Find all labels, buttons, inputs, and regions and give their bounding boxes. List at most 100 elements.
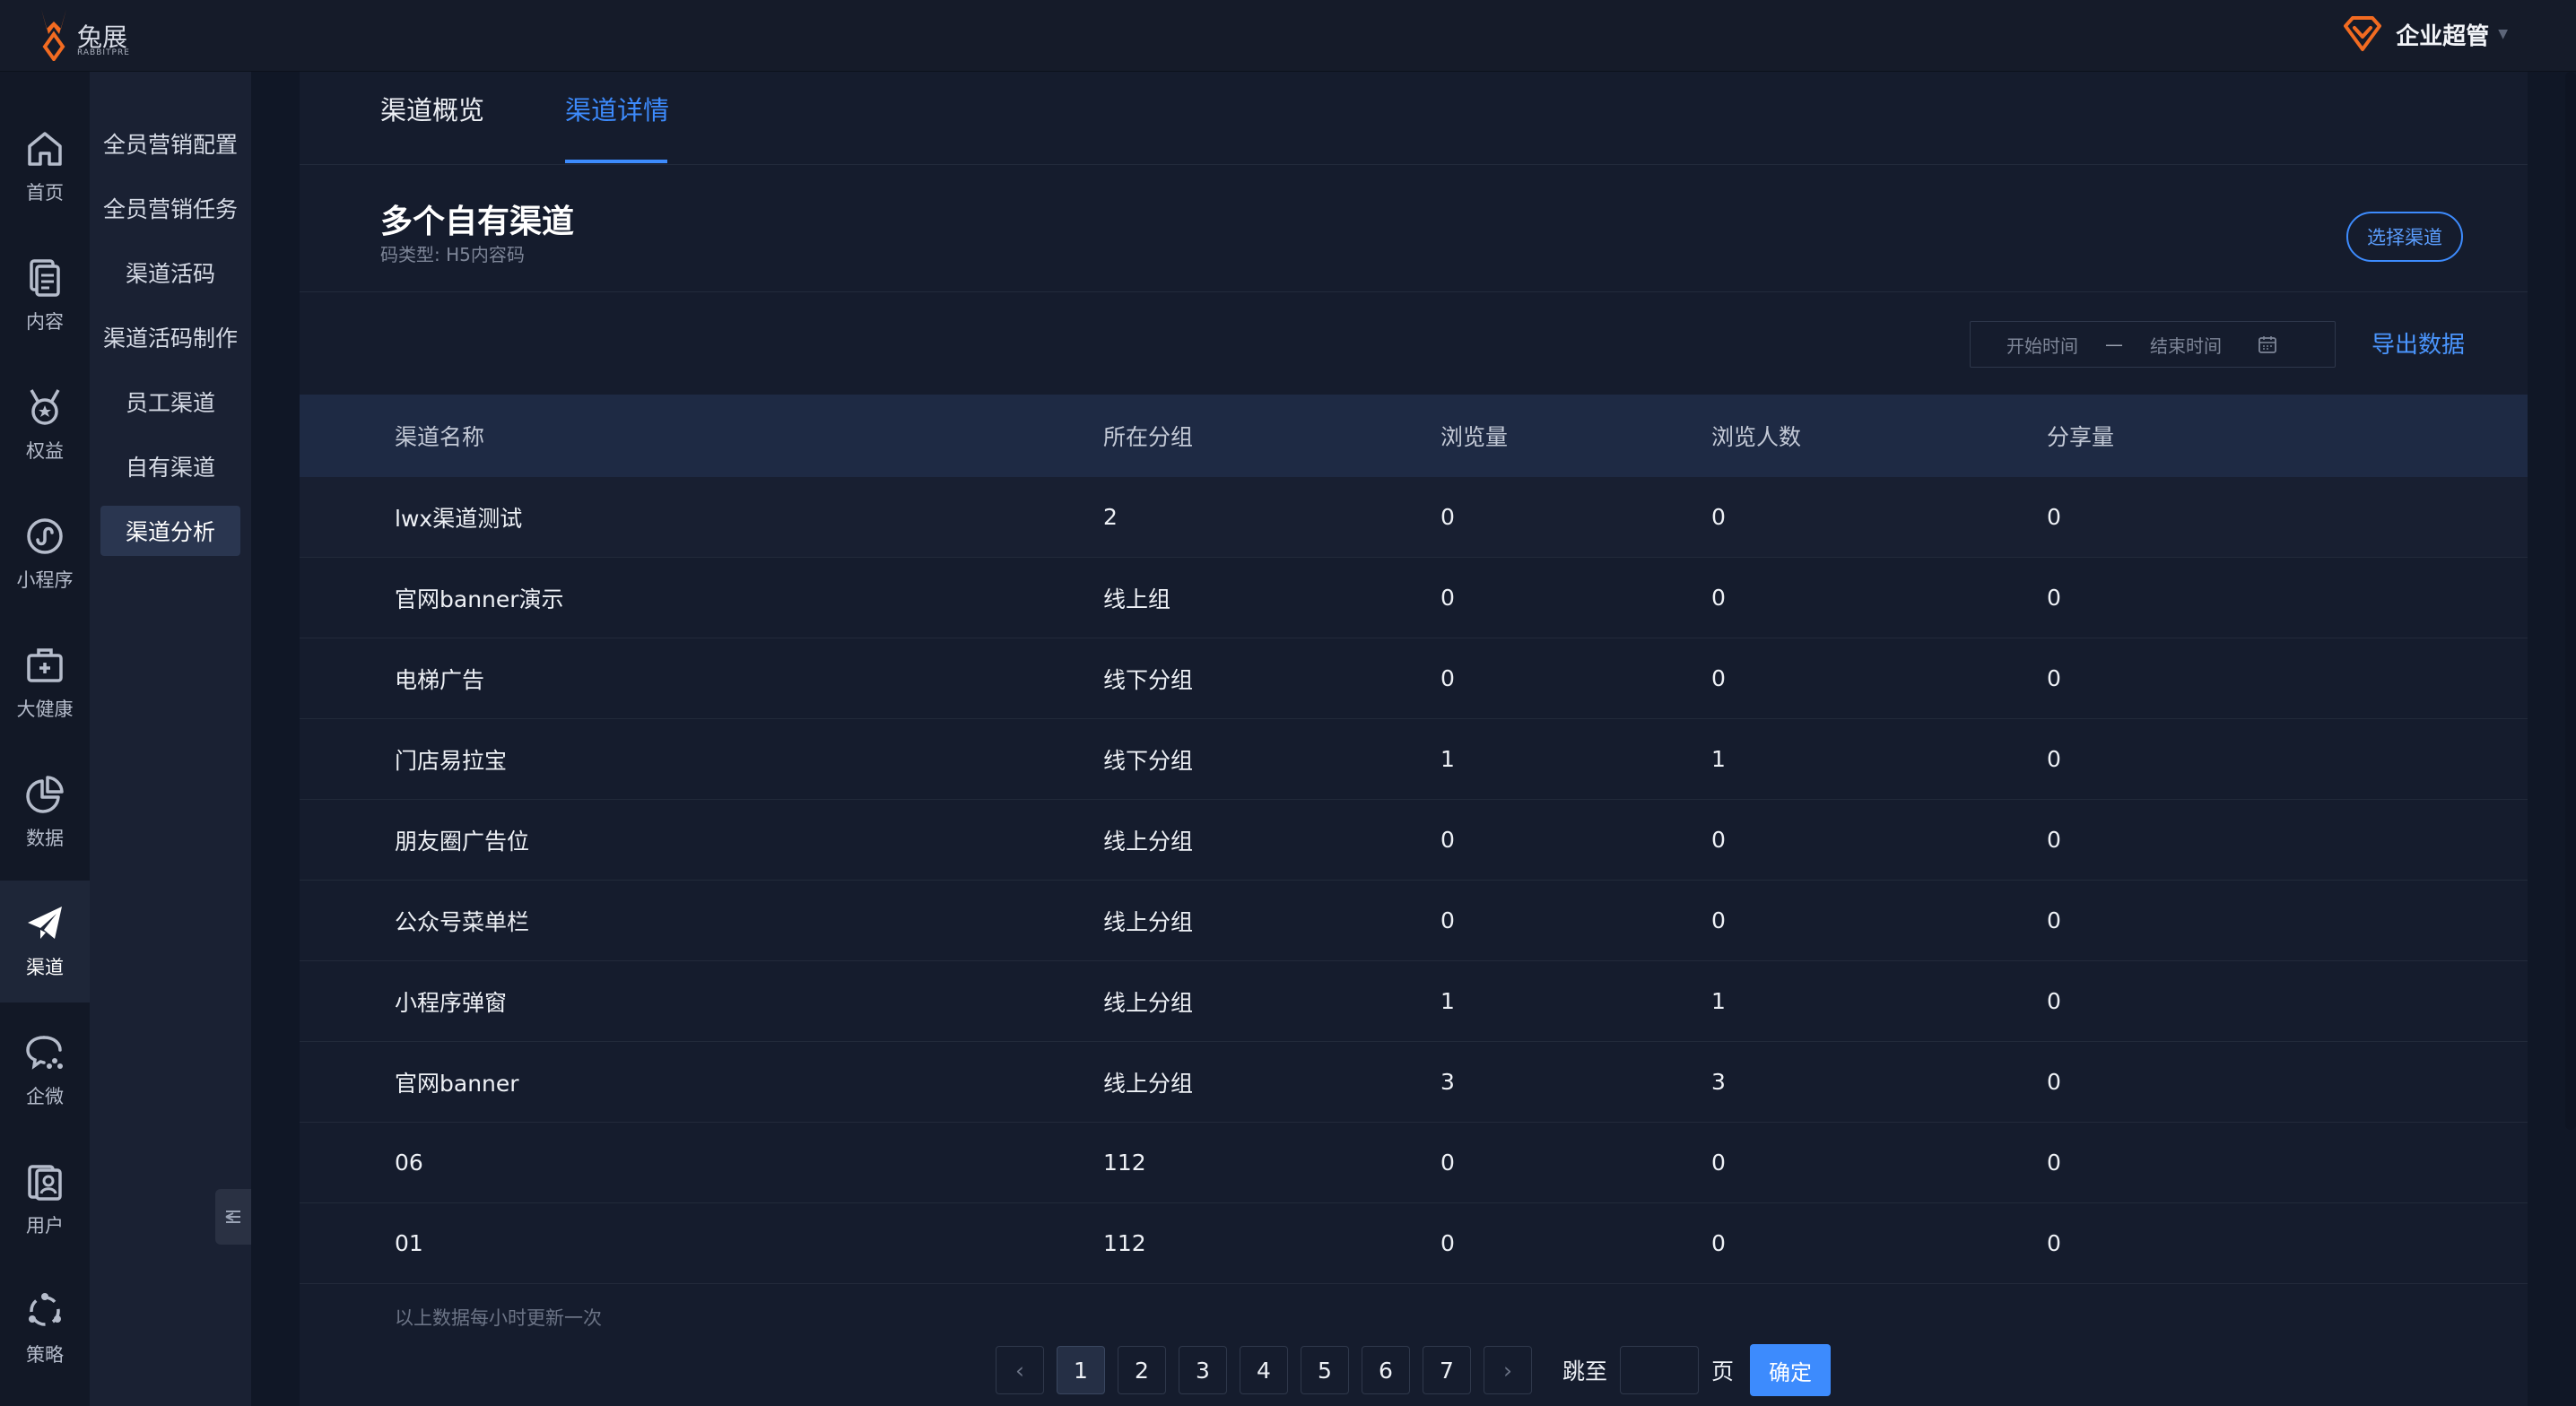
cell-shares: 0 (2047, 504, 2061, 530)
chat-icon (26, 1036, 63, 1070)
page-subtitle: 码类型: H5内容码 (380, 244, 525, 265)
table-row[interactable]: 门店易拉宝 线下分组 1 1 0 (300, 719, 2528, 800)
cell-channel-name: 官网banner (395, 1070, 519, 1097)
cell-group: 112 (1103, 1150, 1146, 1176)
cell-views: 0 (1440, 907, 1455, 933)
column-header-shares: 分享量 (2047, 424, 2115, 450)
cell-visitors: 0 (1711, 1150, 1726, 1176)
cell-shares: 0 (2047, 585, 2061, 611)
cell-visitors: 0 (1711, 585, 1726, 611)
date-separator: — (2105, 334, 2123, 355)
cell-group: 线上分组 (1103, 1070, 1194, 1097)
tab-bar: 渠道概览 渠道详情 (300, 72, 2528, 165)
user-menu[interactable]: 企业超管 ▼ (2342, 13, 2508, 56)
cell-shares: 0 (2047, 907, 2061, 933)
page-button-7[interactable]: 7 (1423, 1346, 1471, 1394)
table-row[interactable]: 官网banner 线上分组 3 3 0 (300, 1042, 2528, 1123)
cell-shares: 0 (2047, 988, 2061, 1014)
nav-label: 数据 (26, 828, 64, 849)
nav-strategy[interactable]: 策略 (0, 1268, 90, 1390)
tab-channel-details[interactable]: 渠道详情 (565, 90, 669, 127)
submenu-item-channel-analysis[interactable]: 渠道分析 (100, 506, 240, 556)
table-row[interactable]: lwx渠道测试 2 0 0 0 (300, 477, 2528, 558)
submenu-item-channel-code[interactable]: 渠道活码 (100, 247, 240, 298)
diamond-icon (2344, 16, 2382, 51)
cell-group: 线下分组 (1103, 747, 1194, 774)
nav-home[interactable]: 首页 (0, 106, 90, 228)
page-jump-input[interactable] (1620, 1346, 1700, 1394)
date-range-picker[interactable]: 开始时间 — 结束时间 (1970, 321, 2336, 368)
table-row[interactable]: 01 112 0 0 0 (300, 1203, 2528, 1284)
update-note: 以上数据每小时更新一次 (395, 1307, 602, 1329)
collapse-sidebar-button[interactable] (215, 1189, 251, 1245)
submenu-item-own-channel[interactable]: 自有渠道 (100, 441, 240, 491)
table-row[interactable]: 朋友圈广告位 线上分组 0 0 0 (300, 800, 2528, 881)
primary-nav: 首页 内容 权益 小程序 大健康 数据 渠道 企微 用户 策略 (0, 72, 90, 1406)
nav-users[interactable]: 用户 (0, 1139, 90, 1261)
page-button-1[interactable]: 1 (1057, 1346, 1105, 1394)
submenu-item-staff-channel[interactable]: 员工渠道 (100, 377, 240, 427)
cell-shares: 0 (2047, 746, 2061, 772)
end-date-placeholder[interactable]: 结束时间 (2150, 332, 2222, 358)
cell-views: 0 (1440, 1150, 1455, 1176)
nav-channel[interactable]: 渠道 (0, 881, 90, 1002)
table-header: 渠道名称 所在分组 浏览量 浏览人数 分享量 (300, 395, 2528, 477)
submenu-item-marketing-config[interactable]: 全员营销配置 (100, 118, 240, 169)
column-header-views: 浏览量 (1440, 424, 1509, 450)
pie-chart-icon (26, 776, 64, 813)
page-button-3[interactable]: 3 (1179, 1346, 1227, 1394)
cell-group: 线上分组 (1103, 989, 1194, 1016)
main-panel: 渠道概览 渠道详情 多个自有渠道 码类型: H5内容码 选择渠道 开始时间 — … (300, 72, 2528, 1406)
cell-channel-name: 电梯广告 (395, 666, 485, 693)
cell-visitors: 0 (1711, 1230, 1726, 1256)
cell-shares: 0 (2047, 1230, 2061, 1256)
nav-wecom[interactable]: 企微 (0, 1010, 90, 1132)
nav-label: 首页 (26, 182, 64, 204)
page-header: 多个自有渠道 码类型: H5内容码 选择渠道 (300, 165, 2528, 292)
cell-views: 0 (1440, 665, 1455, 691)
submenu-item-marketing-task[interactable]: 全员营销任务 (100, 183, 240, 233)
nav-label: 内容 (26, 311, 64, 333)
page-button-4[interactable]: 4 (1240, 1346, 1288, 1394)
strategy-icon (29, 1293, 61, 1326)
submenu-item-channel-code-make[interactable]: 渠道活码制作 (100, 312, 240, 362)
nav-label: 小程序 (16, 569, 74, 591)
column-header-group: 所在分组 (1103, 424, 1194, 450)
cell-visitors: 1 (1711, 988, 1726, 1014)
table-row[interactable]: 电梯广告 线下分组 0 0 0 (300, 638, 2528, 719)
page-scrollbar[interactable] (2565, 72, 2576, 1130)
prev-page-button[interactable]: ‹ (996, 1346, 1044, 1394)
user-card-icon (28, 1165, 62, 1201)
nav-label: 渠道 (26, 957, 64, 978)
cell-group: 线下分组 (1103, 666, 1194, 693)
nav-data[interactable]: 数据 (0, 751, 90, 873)
table-row[interactable]: 官网banner演示 线上组 0 0 0 (300, 558, 2528, 638)
calendar-icon (2258, 336, 2276, 353)
brand-logo[interactable]: 兔展 RABBITPRE (34, 5, 151, 63)
table-row[interactable]: 06 112 0 0 0 (300, 1123, 2528, 1203)
page-unit-label: 页 (1711, 1358, 1735, 1384)
cell-group: 线上分组 (1103, 828, 1194, 855)
cell-group: 线上分组 (1103, 908, 1194, 935)
content-icon (30, 259, 60, 297)
nav-miniprogram[interactable]: 小程序 (0, 493, 90, 615)
page-button-5[interactable]: 5 (1301, 1346, 1349, 1394)
nav-content[interactable]: 内容 (0, 235, 90, 357)
page-button-2[interactable]: 2 (1118, 1346, 1166, 1394)
user-role: 企业超管 (2396, 22, 2490, 50)
select-channel-button[interactable]: 选择渠道 (2346, 212, 2463, 262)
table-row[interactable]: 公众号菜单栏 线上分组 0 0 0 (300, 881, 2528, 961)
nav-benefits[interactable]: 权益 (0, 364, 90, 486)
page-button-6[interactable]: 6 (1362, 1346, 1410, 1394)
cell-views: 0 (1440, 504, 1455, 530)
cell-views: 0 (1440, 827, 1455, 853)
nav-health[interactable]: 大健康 (0, 622, 90, 744)
tab-channel-overview[interactable]: 渠道概览 (380, 90, 484, 127)
table-row[interactable]: 小程序弹窗 线上分组 1 1 0 (300, 961, 2528, 1042)
next-page-button[interactable]: › (1484, 1346, 1532, 1394)
cell-visitors: 0 (1711, 827, 1726, 853)
export-data-link[interactable]: 导出数据 (2371, 326, 2465, 360)
cell-shares: 0 (2047, 1069, 2061, 1095)
start-date-placeholder[interactable]: 开始时间 (2006, 332, 2078, 358)
confirm-jump-button[interactable]: 确定 (1750, 1344, 1832, 1396)
